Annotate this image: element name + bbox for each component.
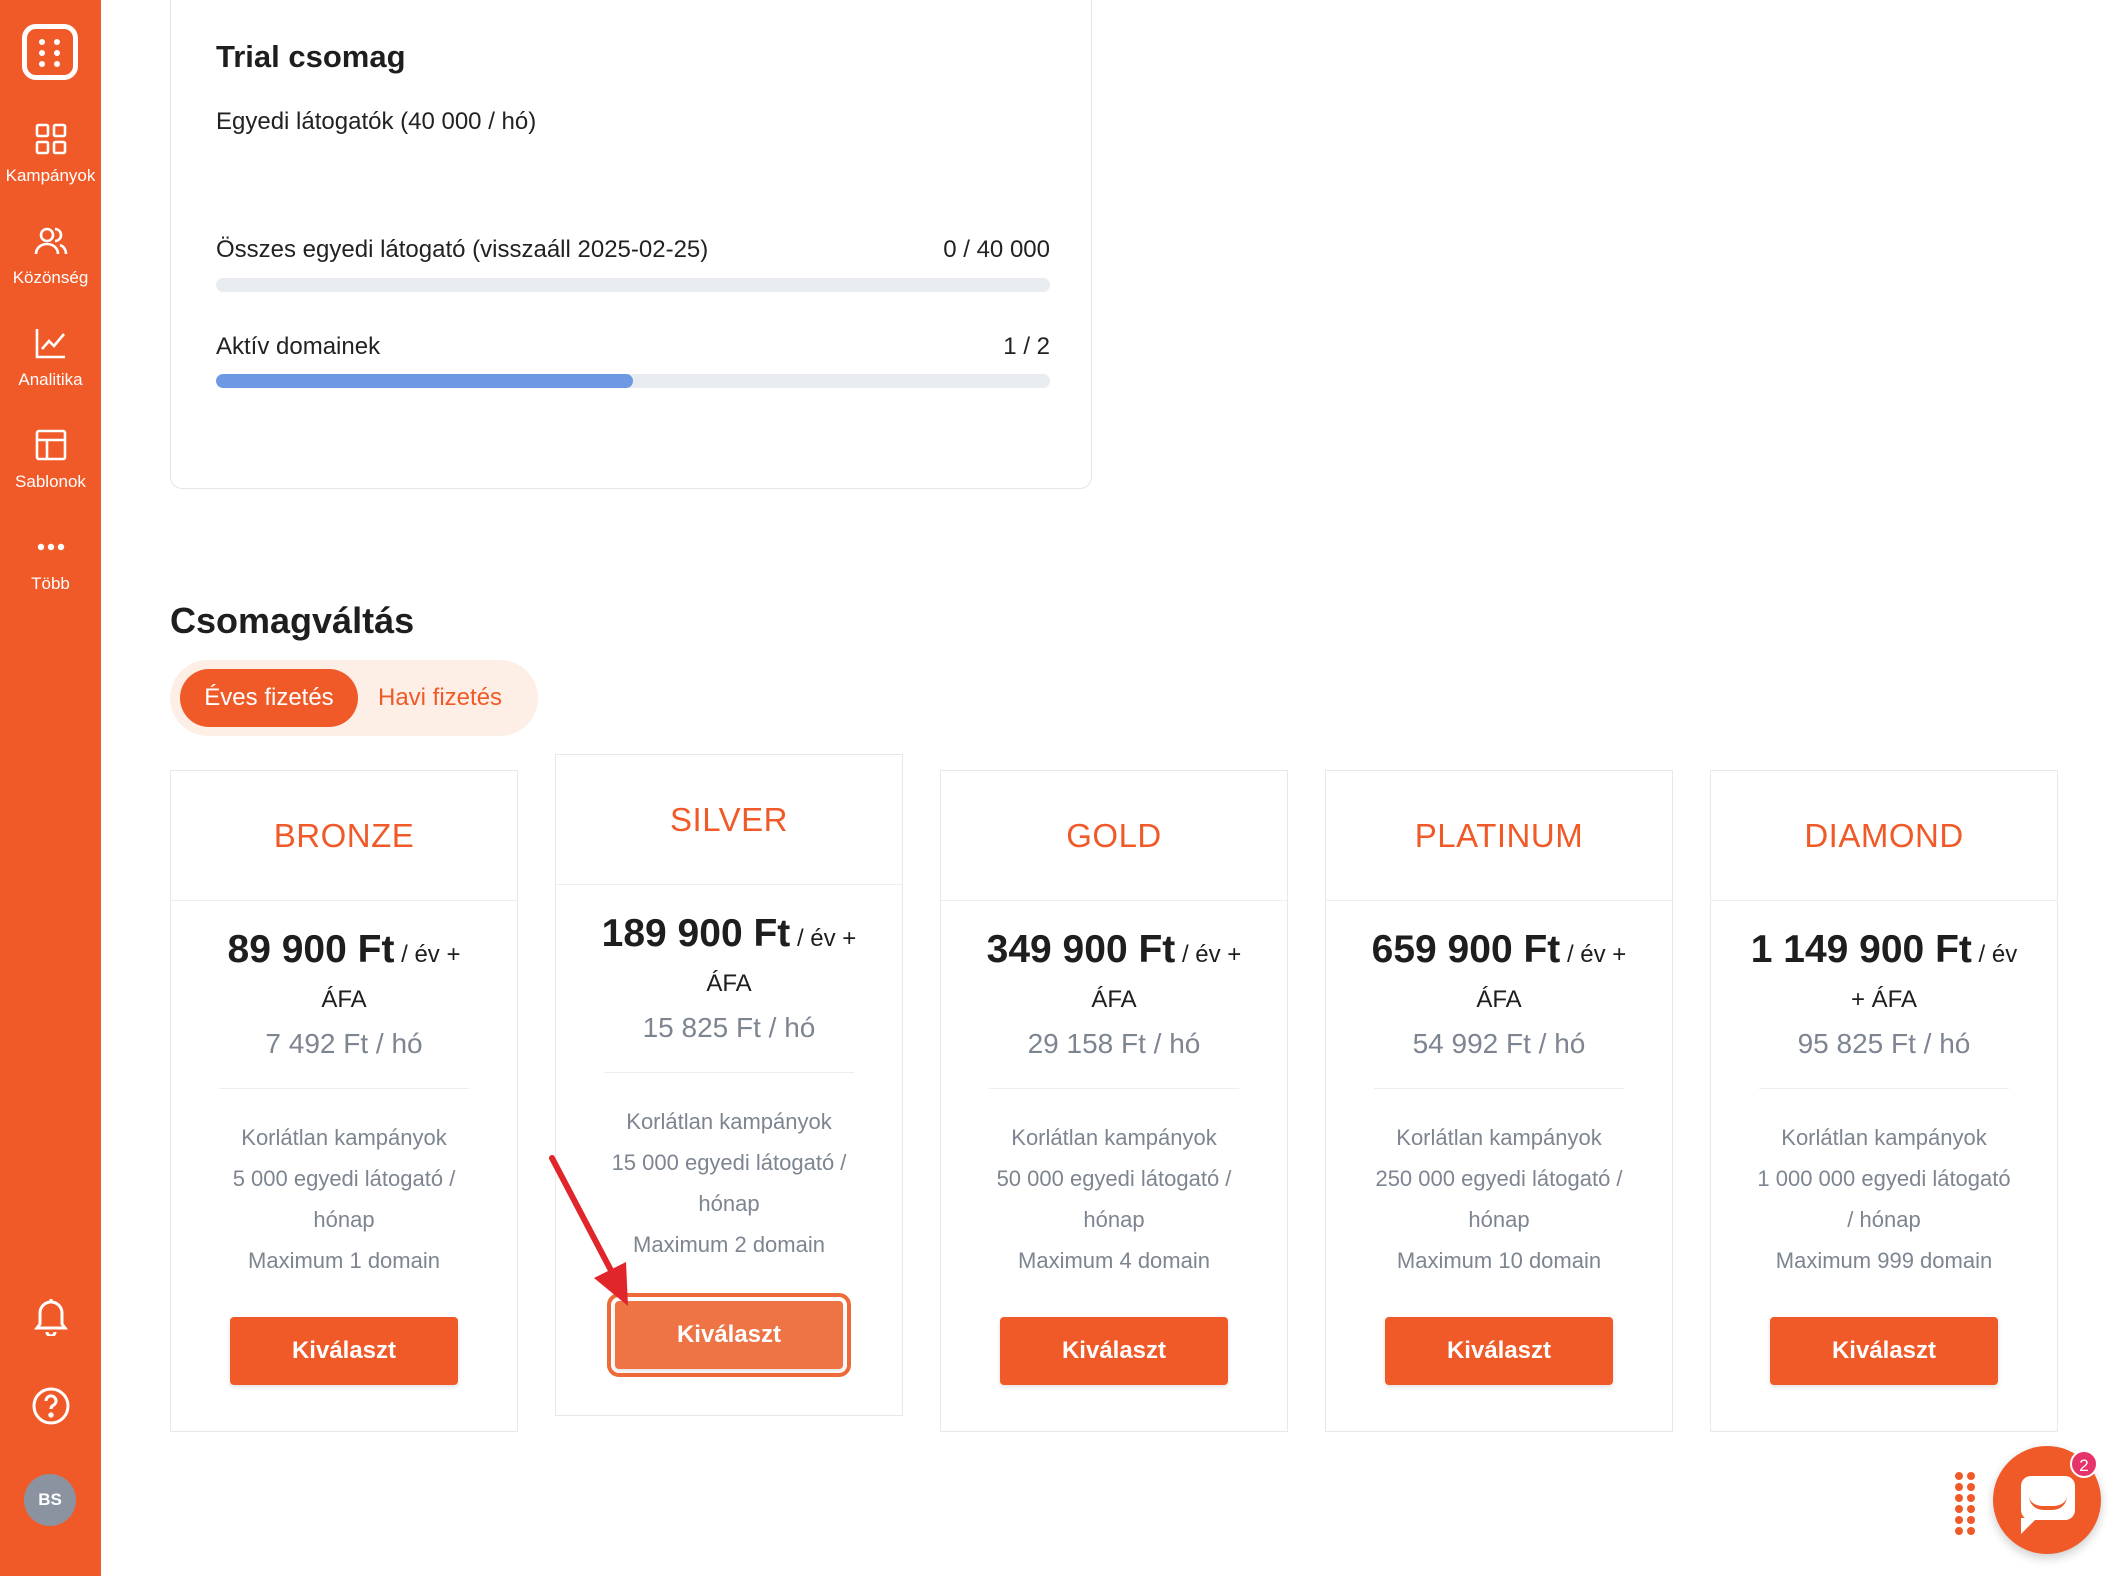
annotation-arrow-icon (549, 1155, 628, 1306)
usage-value: 1 / 2 (1003, 333, 1050, 360)
price-monthly: 7 492 Ft / hó (265, 1028, 423, 1059)
usage-visitors-bar (216, 278, 1050, 292)
plan-header: GOLD (941, 771, 1287, 901)
price-monthly: 15 825 Ft / hó (642, 1012, 816, 1043)
divider (989, 1088, 1239, 1089)
sidebar-item-more[interactable]: Több (0, 530, 101, 620)
usage-domains-row: Aktív domainek 1 / 2 (216, 333, 1050, 361)
feature-item: 5 000 egyedi látogató / hónap (232, 1166, 456, 1232)
more-icon (37, 543, 64, 551)
usage-domains-fill (216, 374, 633, 388)
section-title: Csomagváltás (170, 600, 415, 641)
plan-price: 89 900 Ft / év + ÁFA 7 492 Ft / hó (209, 929, 479, 1064)
grid-icon (35, 123, 66, 155)
price-amount: 189 900 Ft (601, 912, 791, 955)
sidebar-item-label: Kampányok (5, 166, 96, 185)
feature-item: Maximum 1 domain (248, 1248, 440, 1273)
users-icon (34, 227, 67, 255)
sidebar-item-templates[interactable]: Sablonok (0, 428, 101, 518)
select-gold-button[interactable]: Kiválaszt (1000, 1317, 1228, 1385)
feature-item: Korlátlan kampányok (1781, 1125, 1987, 1150)
template-icon (35, 429, 66, 461)
drag-handle-icon[interactable] (1955, 1472, 1975, 1535)
sidebar-item-audience[interactable]: Közönség (0, 224, 101, 314)
plan-name: PLATINUM (1414, 816, 1584, 854)
feature-item: 50 000 egyedi látogató / hónap (996, 1166, 1232, 1232)
select-platinum-button[interactable]: Kiválaszt (1385, 1317, 1613, 1385)
feature-item: Maximum 10 domain (1396, 1248, 1602, 1273)
plan-price: 1 149 900 Ft / év + ÁFA 95 825 Ft / hó (1749, 929, 2019, 1064)
divider (1759, 1088, 2009, 1089)
bell-icon (33, 1299, 68, 1338)
chart-icon (35, 329, 65, 359)
feature-item: 1 000 000 egyedi látogató / hónap (1757, 1166, 2011, 1232)
trial-subtitle: Egyedi látogatók (40 000 / hó) (216, 108, 537, 135)
avatar[interactable]: BS (24, 1474, 76, 1526)
price-monthly: 29 158 Ft / hó (1027, 1028, 1201, 1059)
billing-toggle: Éves fizetés Havi fizetés (170, 660, 538, 736)
help-button[interactable] (0, 1386, 101, 1431)
plan-header: DIAMOND (1711, 771, 2057, 901)
usage-label: Aktív domainek (216, 333, 381, 360)
plan-name: BRONZE (273, 816, 415, 854)
price-amount: 659 900 Ft (1371, 928, 1561, 971)
plan-header: SILVER (556, 755, 902, 885)
select-silver-button[interactable]: Kiválaszt (607, 1293, 851, 1377)
chat-unread-badge: 2 (2070, 1450, 2098, 1478)
billing-yearly-option[interactable]: Éves fizetés (180, 669, 358, 727)
app-logo-icon[interactable] (22, 24, 78, 80)
plan-card-gold: GOLD 349 900 Ft / év + ÁFA 29 158 Ft / h… (940, 770, 1288, 1432)
select-bronze-button[interactable]: Kiválaszt (230, 1317, 458, 1385)
sidebar-item-label: Sablonok (15, 472, 86, 491)
plan-card-silver: SILVER 189 900 Ft / év + ÁFA 15 825 Ft /… (555, 754, 903, 1416)
plan-header: PLATINUM (1326, 771, 1672, 901)
sidebar-item-label: Közönség (12, 268, 89, 287)
divider (1374, 1088, 1624, 1089)
select-diamond-button[interactable]: Kiválaszt (1770, 1317, 1998, 1385)
feature-item: 250 000 egyedi látogató / hónap (1375, 1166, 1623, 1232)
plan-price: 189 900 Ft / év + ÁFA 15 825 Ft / hó (594, 913, 864, 1048)
usage-value: 0 / 40 000 (943, 236, 1050, 263)
sidebar-item-label: Több (31, 574, 70, 593)
price-amount: 349 900 Ft (986, 928, 1176, 971)
plan-features: Korlátlan kampányok 50 000 egyedi látoga… (984, 1117, 1244, 1281)
feature-item: Maximum 999 domain (1775, 1248, 1993, 1273)
price-monthly: 54 992 Ft / hó (1412, 1028, 1586, 1059)
plan-header: BRONZE (171, 771, 517, 901)
plan-name: SILVER (670, 800, 788, 838)
usage-domains-bar (216, 374, 1050, 388)
price-amount: 1 149 900 Ft (1750, 928, 1972, 971)
usage-label: Összes egyedi látogató (visszaáll 2025-0… (216, 236, 709, 263)
trial-plan-card: Trial csomag Egyedi látogatók (40 000 / … (170, 0, 1092, 489)
divider (604, 1072, 854, 1073)
sidebar-item-analytics[interactable]: Analitika (0, 326, 101, 416)
feature-item: Korlátlan kampányok (1011, 1125, 1217, 1150)
plan-price: 659 900 Ft / év + ÁFA 54 992 Ft / hó (1364, 929, 1634, 1064)
divider (219, 1088, 469, 1089)
plan-features: Korlátlan kampányok 1 000 000 egyedi lát… (1754, 1117, 2014, 1281)
notifications-button[interactable] (0, 1296, 101, 1341)
plan-card-diamond: DIAMOND 1 149 900 Ft / év + ÁFA 95 825 F… (1710, 770, 2058, 1432)
plan-name: GOLD (1066, 816, 1162, 854)
feature-item: Korlátlan kampányok (1396, 1125, 1602, 1150)
sidebar: Kampányok Közönség Analitika Sablonok Tö… (0, 0, 101, 1576)
feature-item: Maximum 4 domain (1018, 1248, 1210, 1273)
billing-monthly-option[interactable]: Havi fizetés (378, 669, 502, 727)
help-icon (32, 1387, 69, 1425)
price-amount: 89 900 Ft (227, 928, 395, 971)
plan-card-platinum: PLATINUM 659 900 Ft / év + ÁFA 54 992 Ft… (1325, 770, 1673, 1432)
sidebar-item-campaigns[interactable]: Kampányok (0, 122, 101, 212)
plan-price: 349 900 Ft / év + ÁFA 29 158 Ft / hó (979, 929, 1249, 1064)
feature-item: Korlátlan kampányok (626, 1109, 832, 1134)
plan-features: Korlátlan kampányok 5 000 egyedi látogat… (214, 1117, 474, 1281)
plan-card-bronze: BRONZE 89 900 Ft / év + ÁFA 7 492 Ft / h… (170, 770, 518, 1432)
trial-title: Trial csomag (216, 39, 406, 74)
plan-features: Korlátlan kampányok 250 000 egyedi látog… (1369, 1117, 1629, 1281)
feature-item: Korlátlan kampányok (241, 1125, 447, 1150)
plan-name: DIAMOND (1804, 816, 1964, 854)
price-monthly: 95 825 Ft / hó (1797, 1028, 1971, 1059)
chat-bubble-icon (2021, 1476, 2075, 1534)
sidebar-item-label: Analitika (18, 370, 83, 389)
usage-visitors-row: Összes egyedi látogató (visszaáll 2025-0… (216, 236, 1050, 264)
